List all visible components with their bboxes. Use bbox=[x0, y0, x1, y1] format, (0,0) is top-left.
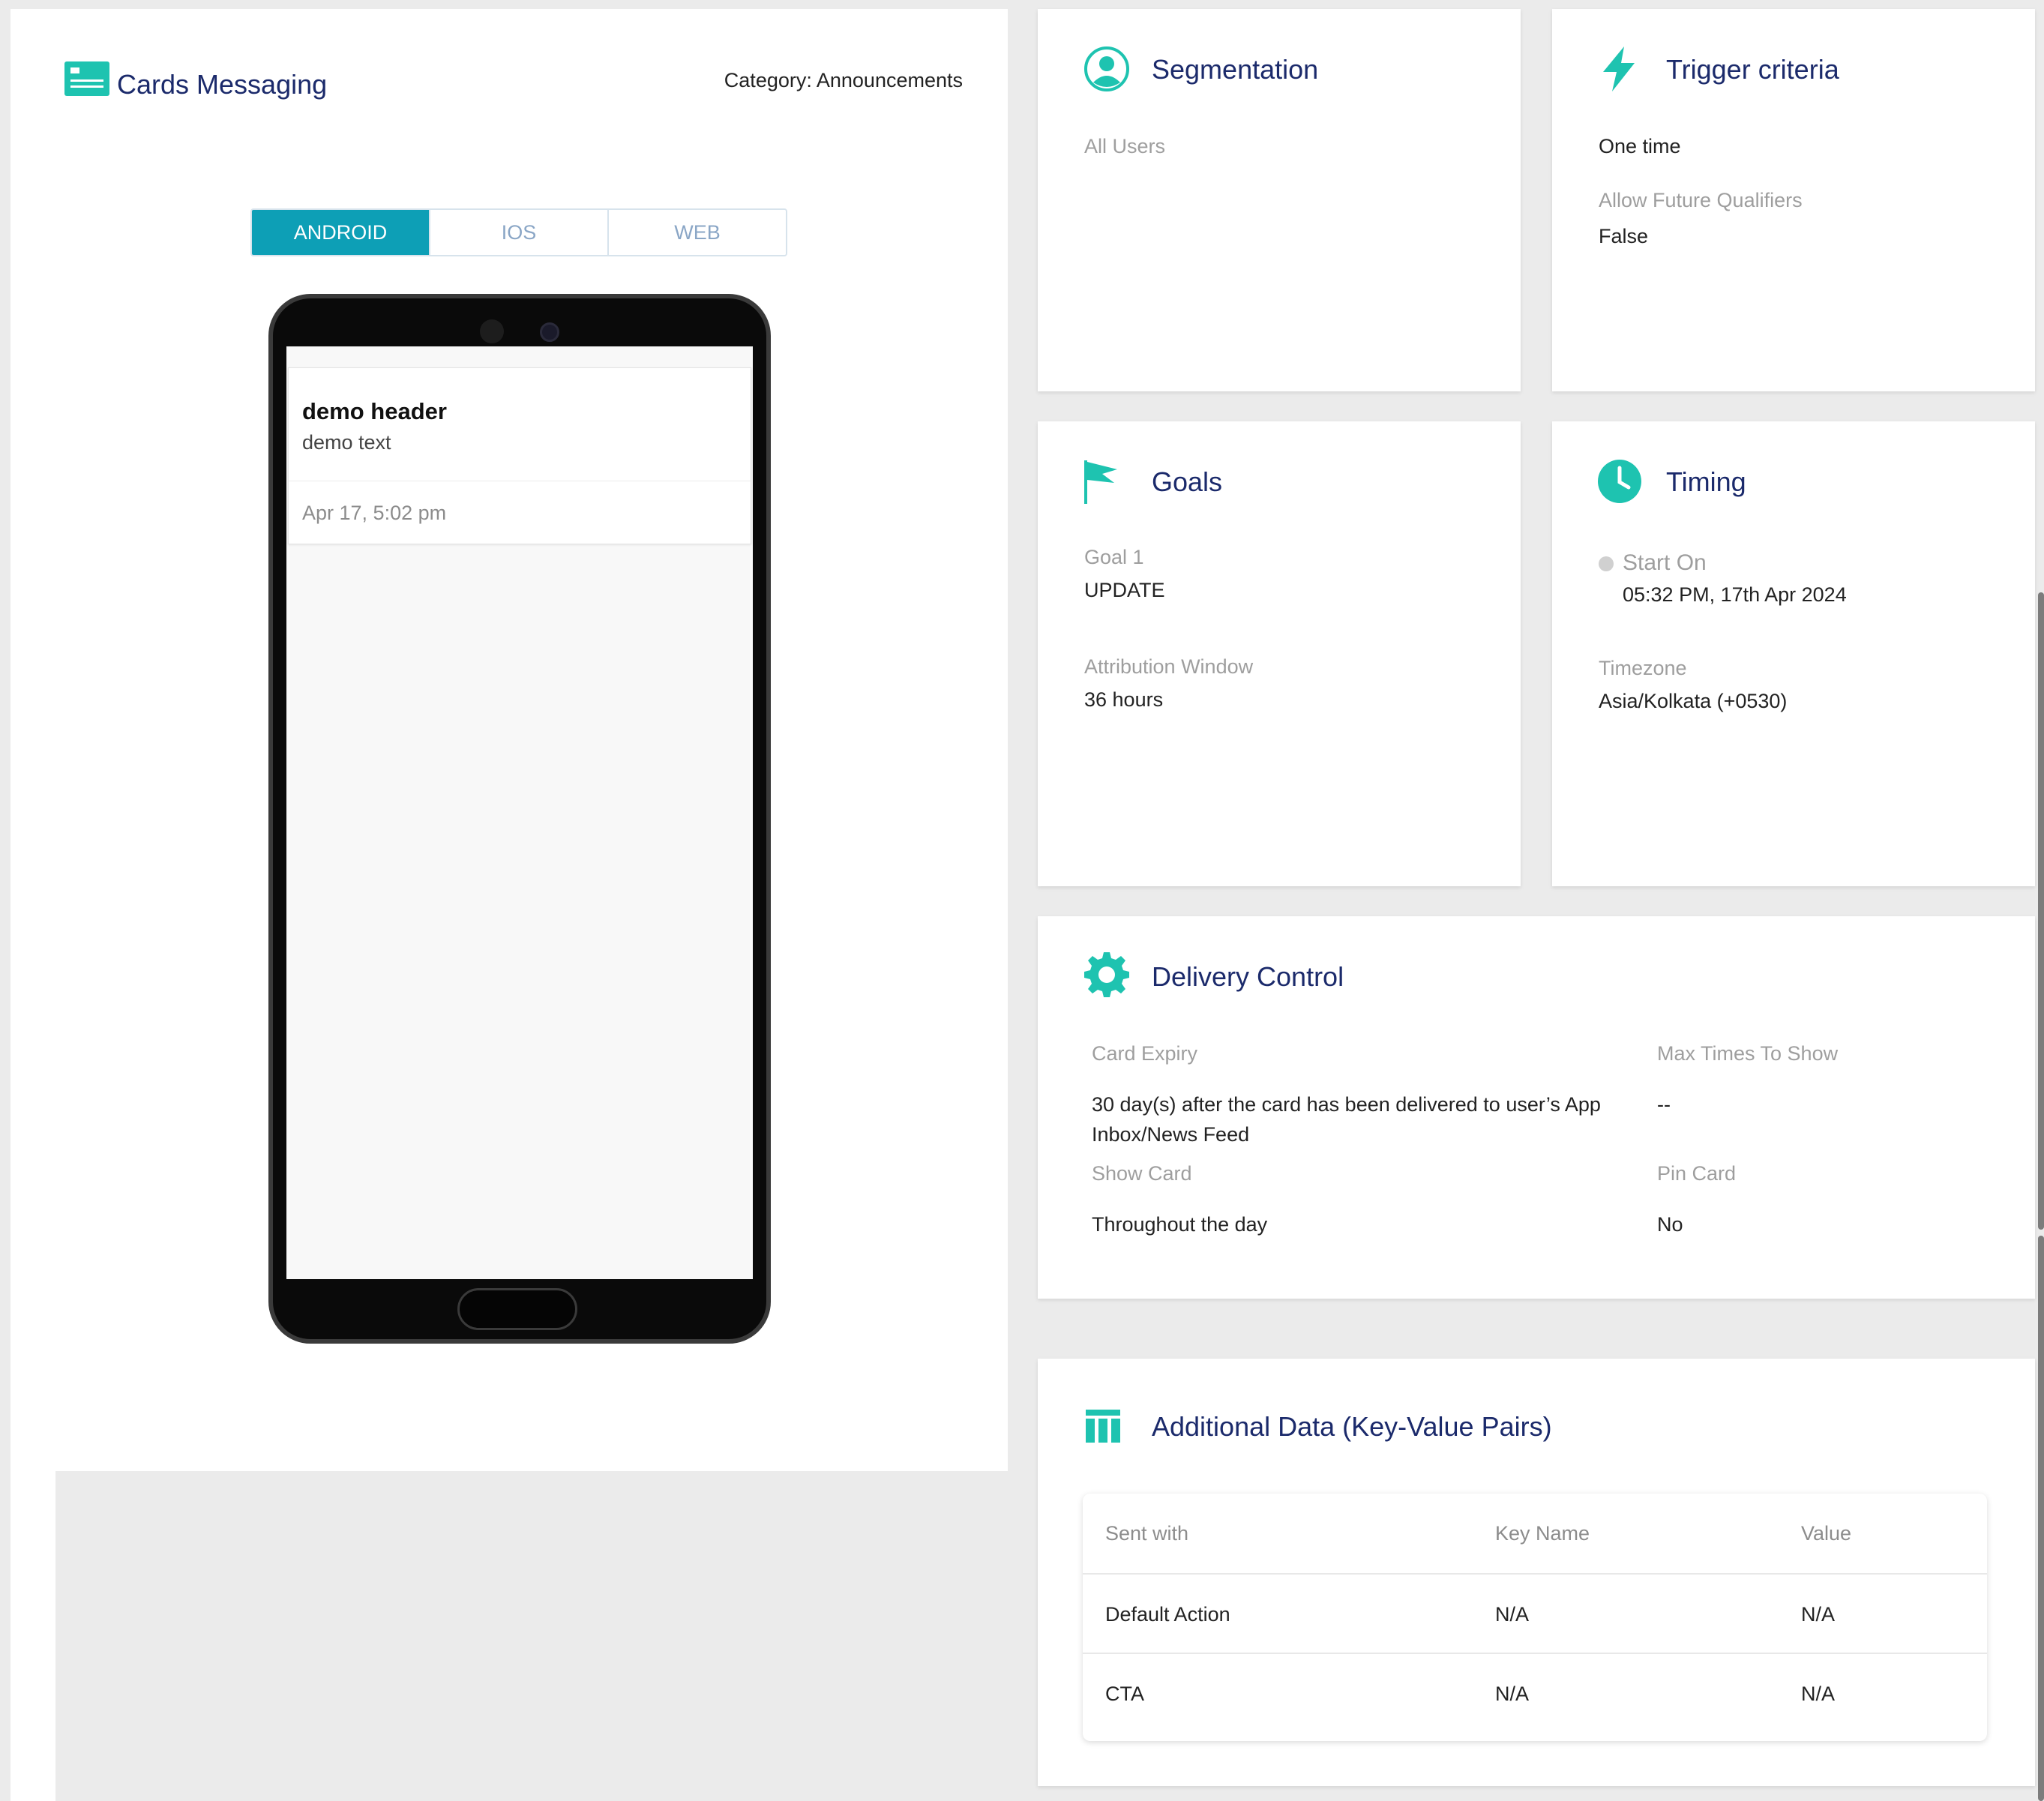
segmentation-value: All Users bbox=[1084, 135, 1166, 157]
row-value: N/A bbox=[1801, 1682, 1836, 1705]
card-message-icon bbox=[64, 61, 109, 96]
phone-mockup: demo header demo text Apr 17, 5:02 pm bbox=[268, 294, 771, 1344]
max-times-value: -- bbox=[1657, 1093, 1671, 1116]
pin-card-value: No bbox=[1657, 1213, 1683, 1236]
row-sent-with: Default Action bbox=[1105, 1602, 1230, 1626]
segmentation-title: Segmentation bbox=[1152, 54, 1319, 85]
max-times-label: Max Times To Show bbox=[1657, 1042, 1839, 1065]
phone-home-button bbox=[457, 1288, 577, 1330]
table-row: CTA N/A N/A bbox=[1083, 1653, 1987, 1732]
goal-value: UPDATE bbox=[1084, 579, 1165, 601]
row-key-name: N/A bbox=[1495, 1682, 1530, 1705]
show-card-label: Show Card bbox=[1092, 1162, 1192, 1185]
timing-title: Timing bbox=[1666, 466, 1746, 497]
goals-title: Goals bbox=[1152, 466, 1223, 497]
segmentation-panel: Segmentation All Users bbox=[1038, 9, 1521, 391]
tab-android[interactable]: ANDROID bbox=[252, 210, 430, 255]
attribution-window-value: 36 hours bbox=[1084, 688, 1164, 711]
platform-tabs: ANDROID IOS WEB bbox=[250, 208, 787, 256]
delivery-control-title: Delivery Control bbox=[1152, 961, 1344, 992]
lightning-icon bbox=[1603, 46, 1635, 91]
card-header: demo header bbox=[302, 398, 447, 424]
category-label: Category: Announcements bbox=[724, 69, 963, 91]
preview-panel: Cards Messaging Category: Announcements … bbox=[10, 9, 1008, 1471]
row-sent-with: CTA bbox=[1105, 1682, 1144, 1705]
attribution-window-label: Attribution Window bbox=[1084, 655, 1254, 678]
flag-icon bbox=[1084, 460, 1117, 504]
trigger-title: Trigger criteria bbox=[1666, 54, 1839, 85]
key-value-table: Sent with Key Name Value Default Action … bbox=[1083, 1494, 1987, 1741]
tab-web[interactable]: WEB bbox=[609, 210, 786, 255]
header-value: Value bbox=[1801, 1521, 1852, 1545]
phone-screen: demo header demo text Apr 17, 5:02 pm bbox=[286, 346, 753, 1279]
goals-panel: Goals Goal 1 UPDATE Attribution Window 3… bbox=[1038, 421, 1521, 886]
card-timestamp: Apr 17, 5:02 pm bbox=[302, 502, 447, 524]
card-expiry-value-line1: 30 day(s) after the card has been delive… bbox=[1092, 1093, 1601, 1116]
additional-data-title: Additional Data (Key-Value Pairs) bbox=[1152, 1411, 1552, 1442]
row-key-name: N/A bbox=[1495, 1602, 1530, 1626]
message-card[interactable]: demo header demo text Apr 17, 5:02 pm bbox=[288, 367, 751, 544]
additional-data-panel: Additional Data (Key-Value Pairs) Sent w… bbox=[1038, 1359, 2035, 1786]
header-key-name: Key Name bbox=[1495, 1521, 1590, 1545]
show-card-value: Throughout the day bbox=[1092, 1213, 1268, 1236]
trigger-value: One time bbox=[1599, 135, 1681, 157]
clock-icon bbox=[1598, 460, 1641, 503]
start-on-value: 05:32 PM, 17th Apr 2024 bbox=[1623, 583, 1847, 606]
row-value: N/A bbox=[1801, 1602, 1836, 1626]
card-expiry-value-line2: Inbox/News Feed bbox=[1092, 1123, 1250, 1146]
pin-card-label: Pin Card bbox=[1657, 1162, 1737, 1185]
gear-icon bbox=[1084, 952, 1129, 997]
table-row: Default Action N/A N/A bbox=[1083, 1573, 1987, 1653]
card-text: demo text bbox=[302, 431, 391, 454]
start-status-dot bbox=[1599, 556, 1614, 571]
timezone-value: Asia/Kolkata (+0530) bbox=[1599, 690, 1788, 712]
phone-camera-icon bbox=[480, 319, 504, 343]
allow-future-qualifiers-value: False bbox=[1599, 225, 1649, 247]
allow-future-qualifiers-label: Allow Future Qualifiers bbox=[1599, 189, 1803, 211]
card-expiry-label: Card Expiry bbox=[1092, 1042, 1198, 1065]
timing-panel: Timing Start On 05:32 PM, 17th Apr 2024 … bbox=[1552, 421, 2035, 886]
delivery-control-panel: Delivery Control Card Expiry 30 day(s) a… bbox=[1038, 916, 2035, 1299]
goal-label: Goal 1 bbox=[1084, 546, 1144, 568]
user-circle-icon bbox=[1084, 46, 1129, 91]
table-icon bbox=[1086, 1410, 1120, 1443]
phone-lens-icon bbox=[540, 322, 559, 342]
table-header-row: Sent with Key Name Value bbox=[1083, 1494, 1987, 1573]
header-sent-with: Sent with bbox=[1105, 1521, 1189, 1545]
preview-title: Cards Messaging bbox=[117, 69, 328, 100]
start-on-label: Start On bbox=[1623, 550, 1707, 575]
page-scrollbar[interactable] bbox=[2038, 592, 2044, 1230]
tab-ios[interactable]: IOS bbox=[430, 210, 609, 255]
trigger-criteria-panel: Trigger criteria One time Allow Future Q… bbox=[1552, 9, 2035, 391]
timezone-label: Timezone bbox=[1599, 657, 1687, 679]
page-scrollbar-lower[interactable] bbox=[2038, 1236, 2044, 1801]
